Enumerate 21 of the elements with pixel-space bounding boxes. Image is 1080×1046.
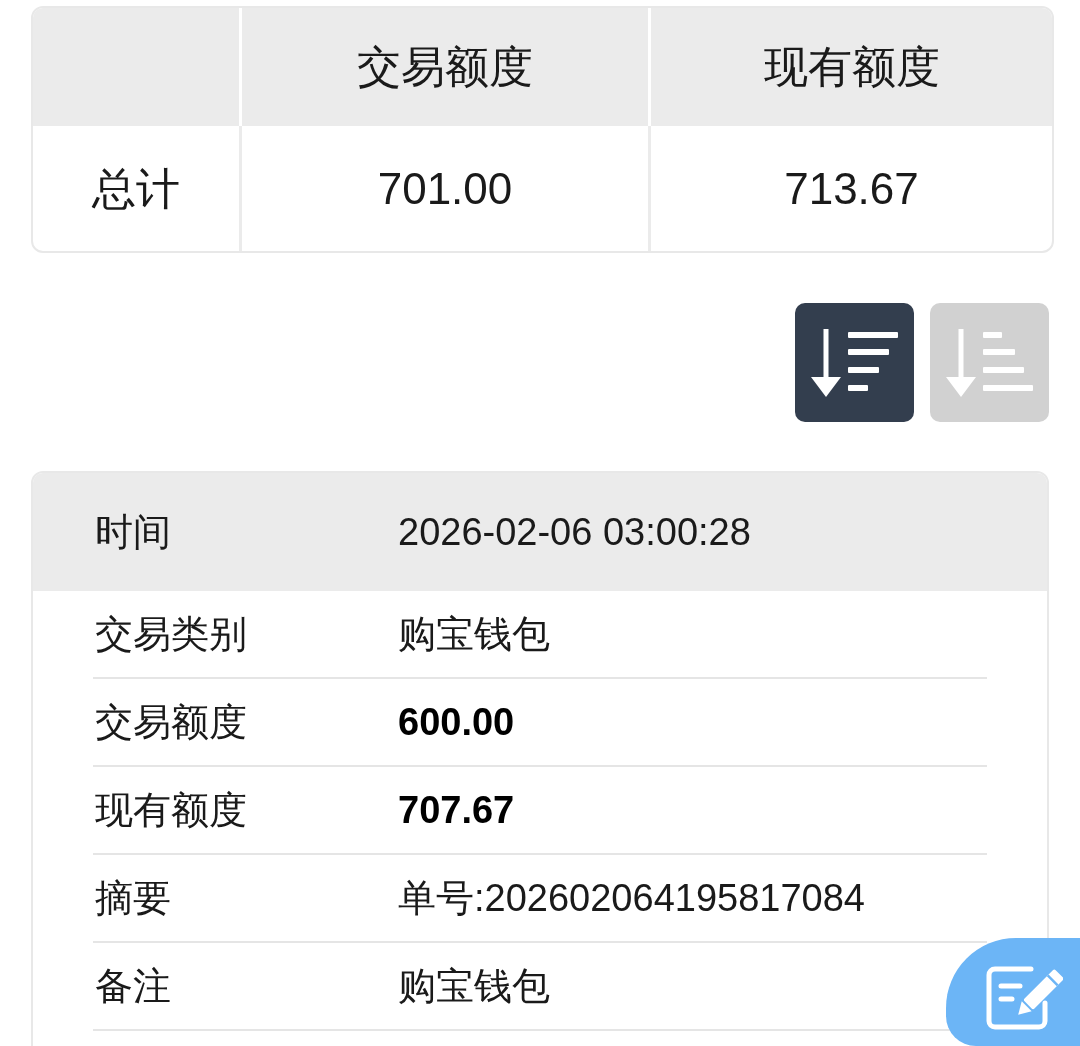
- field-value: 707.67: [398, 787, 515, 833]
- row-header: 总计: [91, 162, 181, 215]
- field-value: 2026-02-06 03:00:28: [398, 509, 751, 555]
- field-label: 交易额度: [95, 699, 248, 745]
- field-value: 购宝钱包: [398, 611, 550, 657]
- field-label: 交易类别: [95, 611, 248, 657]
- sort-descending-icon: [810, 327, 899, 398]
- field-label: 备注: [95, 963, 172, 1009]
- edit-button[interactable]: [946, 938, 1080, 1046]
- sort-ascending-icon: [945, 327, 1034, 398]
- field-value: 单号:202602064195817084: [398, 875, 865, 921]
- field-value: 购宝钱包: [398, 963, 550, 1009]
- field-label: 现有额度: [95, 787, 248, 833]
- column-header: 交易额度: [239, 8, 648, 126]
- field-value: 600.00: [398, 699, 515, 745]
- column-header: 现有额度: [648, 8, 1052, 126]
- sort-button[interactable]: [795, 303, 914, 422]
- field-label: 时间: [95, 509, 172, 555]
- field-label: 摘要: [95, 875, 172, 921]
- table-cell: 713.67: [648, 126, 1052, 251]
- table-cell: 701.00: [239, 126, 648, 251]
